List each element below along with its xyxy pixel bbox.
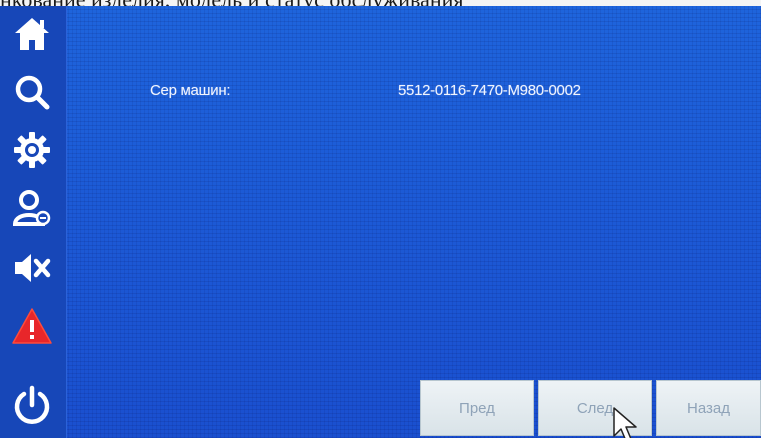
sidebar xyxy=(0,6,67,438)
user-icon xyxy=(12,190,51,226)
power-button[interactable] xyxy=(6,380,58,432)
search-button[interactable] xyxy=(6,66,58,118)
gear-icon xyxy=(14,132,50,168)
back-button[interactable]: Назад xyxy=(656,380,761,436)
home-icon xyxy=(15,18,49,50)
power-icon xyxy=(14,385,50,424)
machine-serial-value: 5512-0116-7470-M980-0002 xyxy=(398,82,581,99)
user-button[interactable] xyxy=(6,182,58,234)
settings-button[interactable] xyxy=(6,124,58,176)
pointer-cursor-icon xyxy=(613,407,637,438)
device-display: Сер машин: 5512-0116-7470-M980-0002 Пред… xyxy=(0,6,761,438)
photo-frame: нкование изделия, модель и статус обслуж… xyxy=(0,0,761,438)
home-button[interactable] xyxy=(6,8,58,60)
prev-button[interactable]: Пред xyxy=(420,380,534,436)
search-icon xyxy=(15,75,50,110)
machine-serial-label: Сер машин: xyxy=(150,82,231,99)
mute-icon xyxy=(15,254,51,282)
sound-button[interactable] xyxy=(6,242,58,294)
alarm-button[interactable] xyxy=(6,300,58,352)
warning-icon xyxy=(12,308,52,344)
